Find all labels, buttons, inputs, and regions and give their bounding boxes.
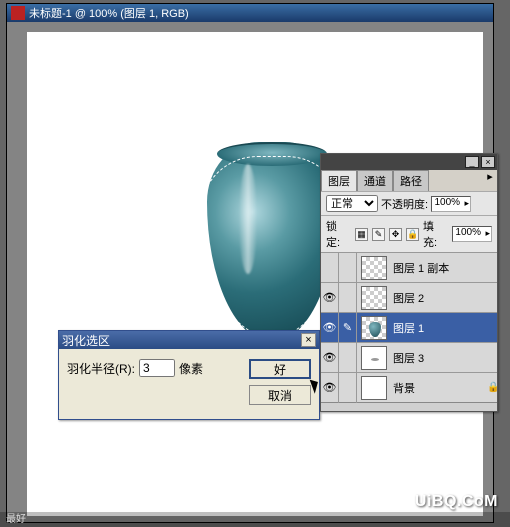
feather-unit-label: 像素 xyxy=(179,360,203,377)
dialog-titlebar[interactable]: 羽化选区 × xyxy=(59,331,319,349)
feather-radius-label: 羽化半径(R): xyxy=(67,360,135,377)
tab-layers[interactable]: 图层 xyxy=(321,170,357,191)
app-icon xyxy=(11,6,25,20)
feather-radius-row: 羽化半径(R): 像素 xyxy=(67,359,203,377)
lock-paint-icon[interactable]: ✎ xyxy=(372,228,385,241)
layer-name[interactable]: 图层 1 xyxy=(391,320,497,336)
cancel-button[interactable]: 取消 xyxy=(249,385,311,405)
layer-name[interactable]: 图层 2 xyxy=(391,290,497,306)
visibility-toggle[interactable]: 👁 xyxy=(321,283,339,313)
lock-position-icon[interactable]: ✥ xyxy=(389,228,402,241)
link-toggle[interactable] xyxy=(339,253,357,283)
panel-menu-button[interactable]: ▸ xyxy=(483,170,497,191)
link-toggle[interactable] xyxy=(339,343,357,373)
layer-thumbnail[interactable] xyxy=(361,346,387,370)
layer-row[interactable]: 图层 1 副本 xyxy=(321,252,497,282)
dialog-close-button[interactable]: × xyxy=(301,333,316,347)
tab-channels[interactable]: 通道 xyxy=(357,170,393,191)
footer-strip: 最好 xyxy=(0,512,510,527)
layer-name[interactable]: 图层 3 xyxy=(391,350,497,366)
layer-row[interactable]: 👁 图层 3 xyxy=(321,342,497,372)
layer-thumbnail[interactable] xyxy=(361,256,387,280)
watermark: UiBQ.CoM xyxy=(415,493,498,511)
document-title: 未标题-1 @ 100% (图层 1, RGB) xyxy=(29,5,189,21)
layer-row[interactable]: 👁 图层 2 xyxy=(321,282,497,312)
lock-icon: 🔒 xyxy=(487,382,497,393)
layer-row[interactable]: 👁 背景 🔒 xyxy=(321,372,497,402)
dialog-button-group: 好 取消 xyxy=(249,359,311,405)
feather-radius-input[interactable] xyxy=(139,359,175,377)
fill-label: 填充: xyxy=(423,218,448,250)
layer-name[interactable]: 图层 1 副本 xyxy=(391,260,497,276)
opacity-input[interactable]: 100% xyxy=(431,196,471,212)
panel-minimize-button[interactable]: _ xyxy=(465,156,479,168)
layer-thumbnail[interactable] xyxy=(361,286,387,310)
lock-label: 锁定: xyxy=(326,218,351,250)
ok-button[interactable]: 好 xyxy=(249,359,311,379)
document-titlebar[interactable]: 未标题-1 @ 100% (图层 1, RGB) xyxy=(7,4,493,22)
visibility-toggle[interactable]: 👁 xyxy=(321,313,339,343)
lock-fill-row: 锁定: ▦ ✎ ✥ 🔒 填充: 100% xyxy=(321,215,497,252)
visibility-toggle[interactable] xyxy=(321,253,339,283)
layer-thumbnail[interactable] xyxy=(361,376,387,400)
lock-transparency-icon[interactable]: ▦ xyxy=(355,228,368,241)
layer-list: 图层 1 副本 👁 图层 2 👁 ✎ 图层 1 👁 图层 3 👁 背景 🔒 xyxy=(321,252,497,402)
blend-opacity-row: 正常 不透明度: 100% xyxy=(321,191,497,215)
visibility-toggle[interactable]: 👁 xyxy=(321,373,339,403)
panel-tabs: 图层 通道 路径 ▸ xyxy=(321,170,497,191)
artwork-vase-top xyxy=(217,142,327,166)
tab-paths[interactable]: 路径 xyxy=(393,170,429,191)
dialog-body: 羽化半径(R): 像素 好 取消 xyxy=(59,349,319,419)
layer-row[interactable]: 👁 ✎ 图层 1 xyxy=(321,312,497,342)
panel-close-button[interactable]: × xyxy=(481,156,495,168)
blend-mode-select[interactable]: 正常 xyxy=(326,195,378,212)
feather-dialog: 羽化选区 × 羽化半径(R): 像素 好 取消 xyxy=(58,330,320,420)
layer-name[interactable]: 背景 xyxy=(391,380,487,396)
opacity-label: 不透明度: xyxy=(381,196,428,212)
link-toggle[interactable] xyxy=(339,373,357,403)
link-toggle[interactable]: ✎ xyxy=(339,313,357,343)
artwork-highlight xyxy=(239,164,257,274)
layer-thumbnail[interactable] xyxy=(361,316,387,340)
panel-resize-handle[interactable] xyxy=(321,402,497,411)
panel-head[interactable]: _ × xyxy=(321,154,497,170)
link-toggle[interactable] xyxy=(339,283,357,313)
layers-panel: _ × 图层 通道 路径 ▸ 正常 不透明度: 100% 锁定: ▦ ✎ ✥ 🔒… xyxy=(320,153,498,412)
lock-all-icon[interactable]: 🔒 xyxy=(406,228,419,241)
dialog-title: 羽化选区 xyxy=(62,332,110,349)
artwork-vase xyxy=(207,142,337,342)
fill-input[interactable]: 100% xyxy=(452,226,492,242)
visibility-toggle[interactable]: 👁 xyxy=(321,343,339,373)
